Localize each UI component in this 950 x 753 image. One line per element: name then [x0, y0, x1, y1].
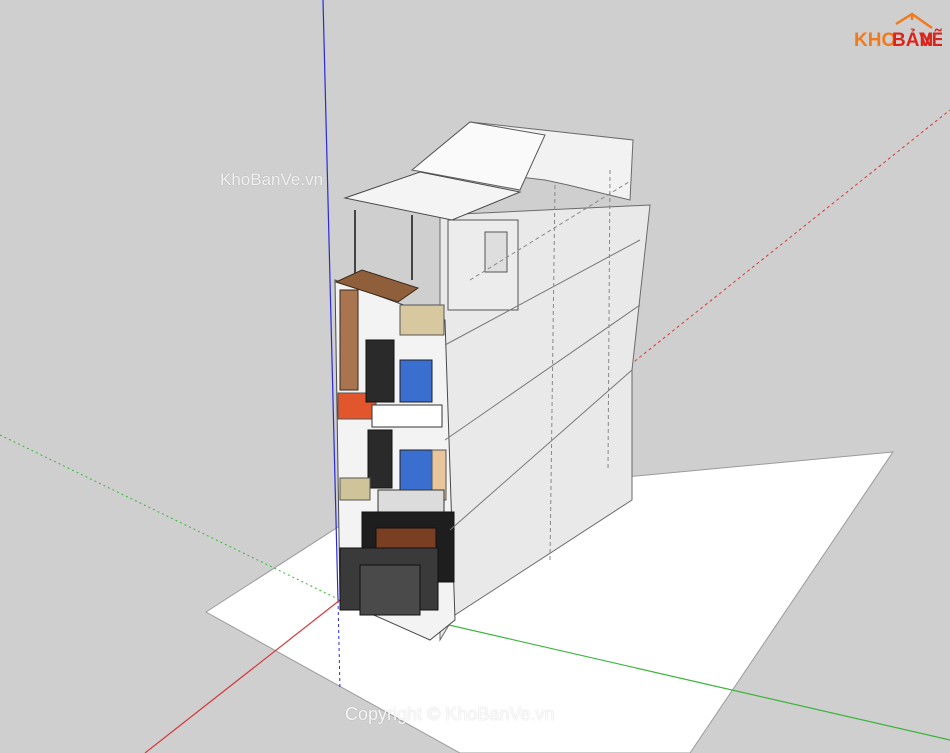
logo-text-ve: VẼ — [919, 29, 942, 51]
green-axis-dashed — [0, 434, 341, 601]
garage-door — [359, 564, 421, 616]
watermark-center: KhoBanVe.vn — [220, 170, 324, 189]
house-roof-icon — [895, 12, 933, 30]
upper-window-blue — [399, 359, 433, 403]
upper-door-dark — [365, 339, 395, 403]
upper-stone-panel — [399, 304, 445, 336]
mid-door-dark — [367, 429, 393, 489]
mid-window-blue — [399, 449, 433, 493]
watermark-bottom: Copyright © KhoBanVe.vn — [345, 704, 555, 724]
khobanve-logo: KHO BẢN VẼ — [854, 12, 942, 51]
sketchup-3d-viewport[interactable] — [0, 0, 950, 753]
left-louver-panel — [339, 289, 359, 391]
logo-text-kho: KHO — [854, 30, 896, 51]
upper-balcony-rail — [371, 404, 443, 428]
mid-stone-panel — [339, 477, 371, 501]
red-axis-dashed — [629, 109, 950, 366]
top-floor-window — [484, 231, 508, 273]
